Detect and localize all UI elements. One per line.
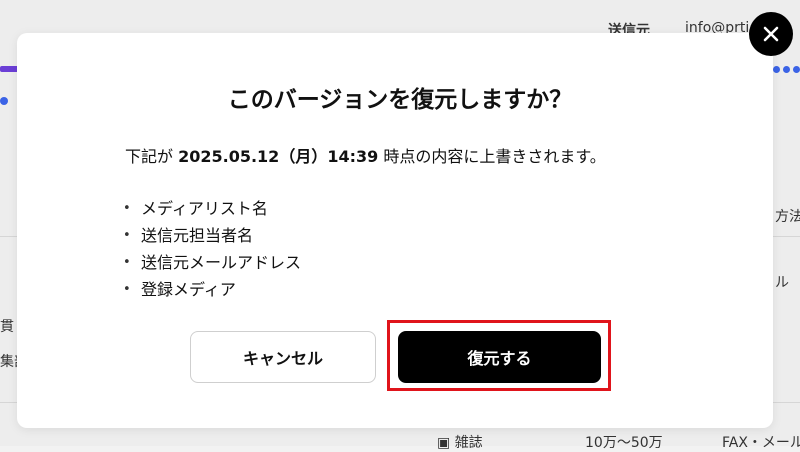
- list-item: 登録メディア: [123, 276, 301, 303]
- list-item: 送信元メールアドレス: [123, 249, 301, 276]
- dialog-description: 下記が 2025.05.12（月）14:39 時点の内容に上書きされます。: [125, 143, 606, 167]
- range-cell: 10万～50万: [585, 435, 663, 451]
- method-fragment: 方法: [775, 209, 800, 225]
- media-type-cell: ▣ 雑誌: [437, 435, 483, 451]
- close-button[interactable]: [749, 12, 793, 56]
- desc-suffix: 時点の内容に上書きされます。: [378, 147, 606, 166]
- close-icon: [763, 26, 779, 42]
- dialog-title: このバージョンを復元しますか？: [227, 87, 573, 113]
- version-timestamp: 2025.05.12（月）14:39: [178, 147, 379, 166]
- list-item: 送信元担当者名: [123, 222, 301, 249]
- restore-button[interactable]: 復元する: [398, 331, 601, 383]
- restore-items-list: メディアリスト名 送信元担当者名 送信元メールアドレス 登録メディア: [123, 195, 301, 303]
- contact-cell: FAX・メール: [722, 435, 800, 451]
- list-item: メディアリスト名: [123, 195, 301, 222]
- desc-prefix: 下記が: [125, 147, 179, 166]
- cancel-button[interactable]: キャンセル: [190, 331, 376, 383]
- column-fragment: ル: [775, 275, 789, 291]
